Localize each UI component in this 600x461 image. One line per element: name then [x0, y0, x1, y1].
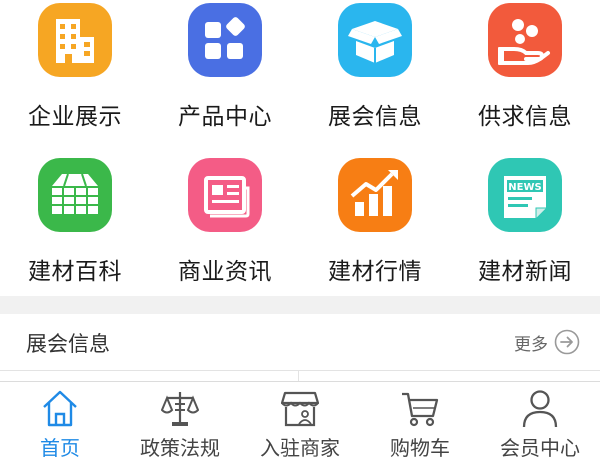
grid-item-label: 企业展示: [28, 104, 122, 130]
grid-tile: [38, 158, 112, 232]
grid-tile: NEWS: [488, 158, 562, 232]
grid-item-supply-demand[interactable]: 供求信息: [450, 0, 600, 148]
rising-chart-icon: [338, 158, 412, 232]
section-divider: [0, 296, 600, 314]
grid-tile: [338, 3, 412, 77]
grid-tile: [338, 158, 412, 232]
grid-item-exhibitions[interactable]: 展会信息: [300, 0, 450, 148]
tab-home[interactable]: 首页: [0, 382, 120, 460]
newspaper-icon: [188, 158, 262, 232]
more-label: 更多: [514, 334, 548, 355]
tab-label: 政策法规: [140, 436, 220, 460]
hand-coins-icon: [488, 3, 562, 77]
news-card-icon: NEWS: [488, 158, 562, 232]
grid-item-label: 产品中心: [178, 104, 272, 130]
tab-label: 购物车: [390, 436, 450, 460]
grid-item-market[interactable]: 建材行情: [300, 148, 450, 296]
svg-text:NEWS: NEWS: [508, 182, 541, 193]
encyclopedia-stack-icon: [38, 158, 112, 232]
open-box-icon: [338, 3, 412, 77]
grid-tile: [38, 3, 112, 77]
storefront-icon: [281, 391, 319, 427]
grid-item-label: 展会信息: [328, 104, 422, 130]
feature-grid: 企业展示 产品中心 展会信息 供求信息 建材百科 商业资讯 建材行情 NEWS …: [0, 0, 600, 296]
list-separator: [0, 370, 600, 371]
tab-policy[interactable]: 政策法规: [120, 382, 240, 460]
grid-item-enterprise[interactable]: 企业展示: [0, 0, 150, 148]
grid-item-label: 供求信息: [478, 104, 572, 130]
tab-label: 入驻商家: [260, 436, 340, 460]
grid-item-products[interactable]: 产品中心: [150, 0, 300, 148]
grid-tile: [188, 158, 262, 232]
exhibition-section-header: 展会信息 更多: [0, 314, 600, 370]
grid-item-label: 建材百科: [28, 259, 122, 285]
bottom-tab-bar: 首页 政策法规 入驻商家 购物车 会员中心: [0, 381, 600, 460]
cart-icon: [402, 392, 439, 427]
scales-icon: [161, 392, 199, 426]
tab-cart[interactable]: 购物车: [360, 382, 480, 460]
user-icon: [522, 390, 558, 428]
grid-item-label: 建材新闻: [478, 259, 572, 285]
grid-tile: [488, 3, 562, 77]
grid-item-business-news[interactable]: 商业资讯: [150, 148, 300, 296]
grid-item-label: 商业资讯: [178, 259, 272, 285]
grid-item-label: 建材行情: [328, 259, 422, 285]
grid-item-industry-news[interactable]: NEWS 建材新闻: [450, 148, 600, 296]
tab-merchants[interactable]: 入驻商家: [240, 382, 360, 460]
chevron-right-circle-icon: [554, 329, 580, 355]
grid-tile: [188, 3, 262, 77]
home-icon: [43, 390, 77, 427]
product-squares-icon: [188, 3, 262, 77]
tab-label: 会员中心: [500, 436, 580, 460]
section-title: 展会信息: [26, 332, 110, 356]
building-icon: [38, 3, 112, 77]
tab-member[interactable]: 会员中心: [480, 382, 600, 460]
more-button[interactable]: 更多: [514, 328, 580, 356]
grid-item-encyclopedia[interactable]: 建材百科: [0, 148, 150, 296]
